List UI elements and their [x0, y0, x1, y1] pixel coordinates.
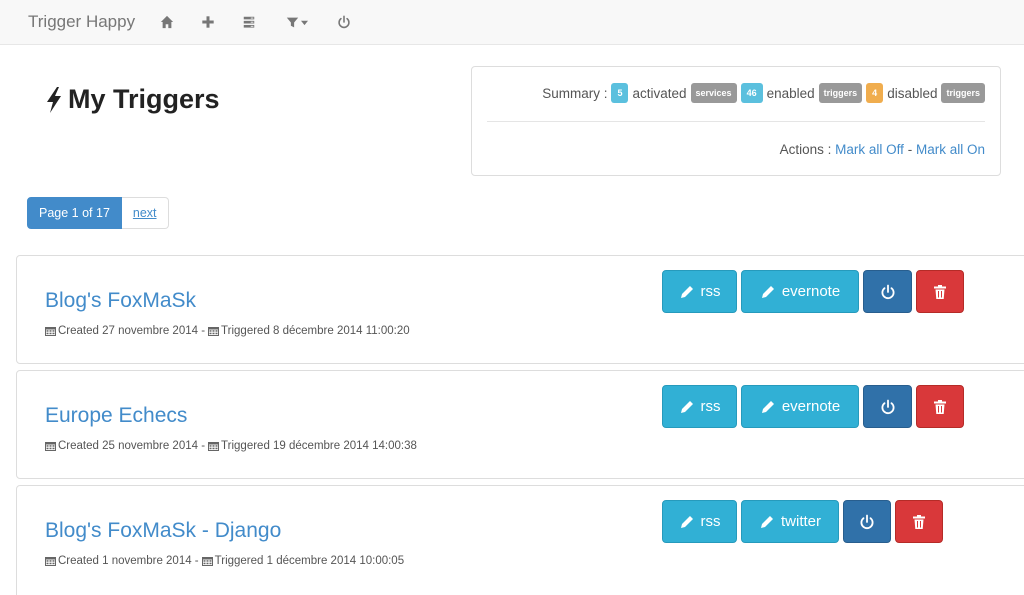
pencil-icon — [761, 400, 774, 413]
brand-link[interactable]: Trigger Happy — [28, 12, 135, 32]
activated-count-badge: 5 — [611, 83, 629, 103]
edit-provider-button[interactable]: rss — [662, 270, 737, 313]
disabled-label: disabled — [887, 85, 938, 101]
calendar-icon — [45, 327, 56, 336]
pagination-current: Page 1 of 17 — [27, 197, 122, 229]
activated-label: activated — [632, 85, 687, 101]
edit-provider-button[interactable]: rss — [662, 500, 737, 543]
toggle-trigger-button[interactable] — [863, 270, 912, 313]
power-icon — [881, 284, 894, 299]
pagination: Page 1 of 17 next — [27, 197, 169, 229]
power-icon — [860, 514, 874, 529]
summary-divider — [487, 121, 985, 122]
calendar-icon — [208, 442, 220, 451]
calendar-icon — [45, 442, 56, 451]
consumer-label: twitter — [780, 513, 821, 530]
trash-icon — [934, 284, 946, 299]
enabled-count-badge: 46 — [740, 83, 763, 103]
trigger-created: Created 27 novembre 2014 - — [58, 325, 206, 337]
provider-label: rss — [700, 398, 721, 415]
services-tag: services — [690, 83, 737, 103]
pencil-icon — [761, 285, 774, 298]
enabled-label: enabled — [766, 85, 815, 101]
disabled-count-badge: 4 — [866, 83, 884, 103]
provider-label: rss — [700, 283, 721, 300]
pencil-icon — [680, 400, 693, 413]
edit-provider-button[interactable]: rss — [662, 385, 737, 428]
pencil-icon — [760, 515, 773, 528]
trash-icon — [913, 514, 925, 529]
trigger-triggered: Triggered 19 décembre 2014 14:00:38 — [221, 440, 417, 452]
trigger-meta: Created 25 novembre 2014 - Triggered 19 … — [45, 440, 417, 452]
summary-line: Summary : 5 activated services 46 enable… — [538, 83, 985, 103]
page-title-text: My Triggers — [68, 84, 220, 114]
consumer-label: evernote — [781, 283, 841, 300]
trigger-title[interactable]: Blog's FoxMaSk - Django — [45, 519, 281, 543]
actions-line: Actions : Mark all Off - Mark all On — [780, 142, 985, 157]
actions-label: Actions : — [779, 142, 832, 157]
disabled-triggers-tag: triggers — [941, 83, 985, 103]
trigger-triggered: Triggered 1 décembre 2014 10:00:05 — [214, 555, 405, 567]
mark-all-on-link[interactable]: Mark all On — [916, 142, 985, 157]
mark-all-off-link[interactable]: Mark all Off — [835, 142, 904, 157]
calendar-icon — [201, 557, 213, 566]
delete-trigger-button[interactable] — [895, 500, 943, 543]
trigger-created: Created 1 novembre 2014 - — [58, 555, 199, 567]
toggle-trigger-button[interactable] — [863, 385, 912, 428]
home-icon[interactable] — [158, 13, 176, 31]
caret-down-icon — [301, 20, 308, 25]
page-title: My Triggers — [44, 84, 220, 115]
delete-trigger-button[interactable] — [916, 385, 964, 428]
pencil-icon — [680, 285, 693, 298]
power-icon — [881, 399, 894, 414]
trigger-panel: Blog's FoxMaSk - Django Created 1 novemb… — [16, 485, 1024, 595]
calendar-icon — [208, 327, 220, 336]
trigger-created: Created 25 novembre 2014 - — [58, 440, 206, 452]
pagination-next[interactable]: next — [121, 197, 169, 229]
provider-label: rss — [700, 513, 721, 530]
trigger-meta: Created 27 novembre 2014 - Triggered 8 d… — [45, 325, 410, 337]
trigger-title[interactable]: Europe Echecs — [45, 404, 187, 428]
trigger-triggered: Triggered 8 décembre 2014 11:00:20 — [221, 325, 410, 337]
trigger-title[interactable]: Blog's FoxMaSk — [45, 289, 196, 313]
bolt-icon — [47, 86, 61, 113]
summary-box: Summary : 5 activated services 46 enable… — [471, 66, 1001, 176]
summary-label: Summary : — [542, 85, 608, 101]
edit-consumer-button[interactable]: evernote — [741, 270, 859, 313]
trigger-meta: Created 1 novembre 2014 - Triggered 1 dé… — [45, 555, 404, 567]
calendar-icon — [45, 557, 56, 566]
trigger-panel: Blog's FoxMaSk Created 27 novembre 2014 … — [16, 255, 1024, 364]
delete-trigger-button[interactable] — [916, 270, 964, 313]
edit-consumer-button[interactable]: evernote — [741, 385, 859, 428]
plus-icon[interactable] — [199, 13, 217, 31]
consumer-label: evernote — [781, 398, 841, 415]
edit-consumer-button[interactable]: twitter — [741, 500, 839, 543]
pencil-icon — [680, 515, 693, 528]
navbar: Trigger Happy — [0, 0, 1024, 45]
toggle-trigger-button[interactable] — [843, 500, 891, 543]
trigger-panel: Europe Echecs Created 25 novembre 2014 -… — [16, 370, 1024, 479]
actions-dash: - — [907, 142, 913, 157]
enabled-triggers-tag: triggers — [818, 83, 863, 103]
trash-icon — [934, 399, 946, 414]
power-icon[interactable] — [335, 13, 353, 31]
filter-icon[interactable] — [283, 13, 311, 31]
list-icon[interactable] — [240, 13, 258, 31]
